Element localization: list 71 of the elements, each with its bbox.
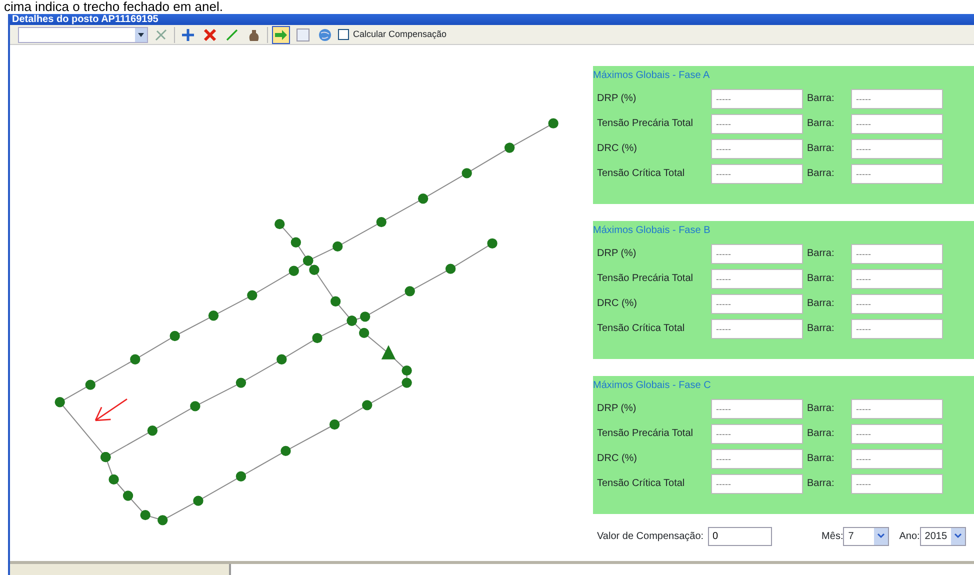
field-label: Barra:: [807, 167, 836, 181]
value-field[interactable]: -----: [711, 294, 803, 314]
blank-square-icon: [295, 26, 311, 42]
document-caption: cima indica o trecho fechado em anel.: [3, 0, 224, 14]
panel-title: Máximos Globais - Fase C: [593, 379, 712, 390]
barra-field[interactable]: -----: [851, 448, 943, 468]
field-label: Barra:: [807, 297, 836, 311]
field-label: Tensão Precária Total: [597, 272, 694, 286]
year-dropdown[interactable]: 2015: [920, 526, 966, 546]
field-label: Barra:: [807, 92, 836, 106]
barra-field[interactable]: -----: [851, 474, 943, 494]
field-label: DRC (%): [597, 297, 638, 311]
field-label: Barra:: [807, 272, 836, 286]
value-field[interactable]: -----: [711, 138, 803, 158]
field-label: Barra:: [807, 452, 836, 466]
field-label: Barra:: [807, 477, 836, 491]
month-label: Mês:: [822, 530, 844, 544]
field-label: Tensão Crítica Total: [597, 322, 686, 336]
delete-icon: [202, 26, 218, 42]
field-label: Barra:: [807, 247, 836, 261]
value-field[interactable]: -----: [711, 268, 803, 288]
dropdown-button[interactable]: [135, 28, 147, 42]
barra-field[interactable]: -----: [851, 244, 943, 264]
value-field[interactable]: -----: [711, 244, 803, 264]
line-tool-icon: [224, 26, 240, 42]
field-label: Tensão Crítica Total: [597, 167, 686, 181]
field-label: Barra:: [807, 427, 836, 441]
value-field[interactable]: -----: [711, 424, 803, 444]
field-label: DRP (%): [597, 402, 638, 416]
value-field[interactable]: -----: [711, 448, 803, 468]
field-label: Barra:: [807, 117, 836, 131]
plus-icon: [180, 26, 196, 42]
barra-field[interactable]: -----: [851, 398, 943, 418]
barra-field[interactable]: -----: [851, 268, 943, 288]
field-label: Barra:: [807, 402, 836, 416]
value-field[interactable]: -----: [711, 164, 803, 184]
barra-field[interactable]: -----: [851, 318, 943, 338]
field-label: Tensão Crítica Total: [597, 477, 686, 491]
window-title: Detalhes do posto AP11169195: [10, 14, 974, 25]
value-field[interactable]: -----: [711, 88, 803, 108]
annotation-arrow: [94, 398, 128, 422]
blank-square-tool-button[interactable]: [294, 26, 312, 44]
barra-field[interactable]: -----: [851, 294, 943, 314]
barra-field[interactable]: -----: [851, 88, 943, 108]
compensation-field[interactable]: 0: [708, 526, 772, 546]
panel-title: Máximos Globais - Fase A: [593, 69, 711, 80]
barra-field[interactable]: -----: [851, 424, 943, 444]
field-label: DRC (%): [597, 142, 638, 156]
value-field[interactable]: -----: [711, 474, 803, 494]
checkbox-label: Calcular Compensação: [353, 28, 447, 41]
barra-field[interactable]: -----: [851, 164, 943, 184]
field-label: DRP (%): [597, 92, 638, 106]
field-label: DRP (%): [597, 247, 638, 261]
field-label: Barra:: [807, 322, 836, 336]
arrow-right-tool-button[interactable]: [272, 26, 290, 44]
barra-field[interactable]: -----: [851, 114, 943, 134]
caret-icon: [138, 32, 144, 36]
checkbox[interactable]: [338, 29, 349, 40]
field-label: Barra:: [807, 142, 836, 156]
month-dropdown[interactable]: 7: [843, 526, 890, 546]
value-field[interactable]: -----: [711, 318, 803, 338]
field-label: DRC (%): [597, 452, 638, 466]
field-label: Tensão Precária Total: [597, 427, 694, 441]
compensation-label: Valor de Compensação:: [597, 530, 704, 544]
field-label: Tensão Precária Total: [597, 117, 694, 131]
panel-title: Máximos Globais - Fase B: [593, 224, 712, 235]
value-field[interactable]: -----: [711, 114, 803, 134]
value-field[interactable]: -----: [711, 398, 803, 418]
year-label: Ano:: [899, 530, 920, 544]
globe-icon: [317, 26, 333, 42]
barra-field[interactable]: -----: [851, 138, 943, 158]
